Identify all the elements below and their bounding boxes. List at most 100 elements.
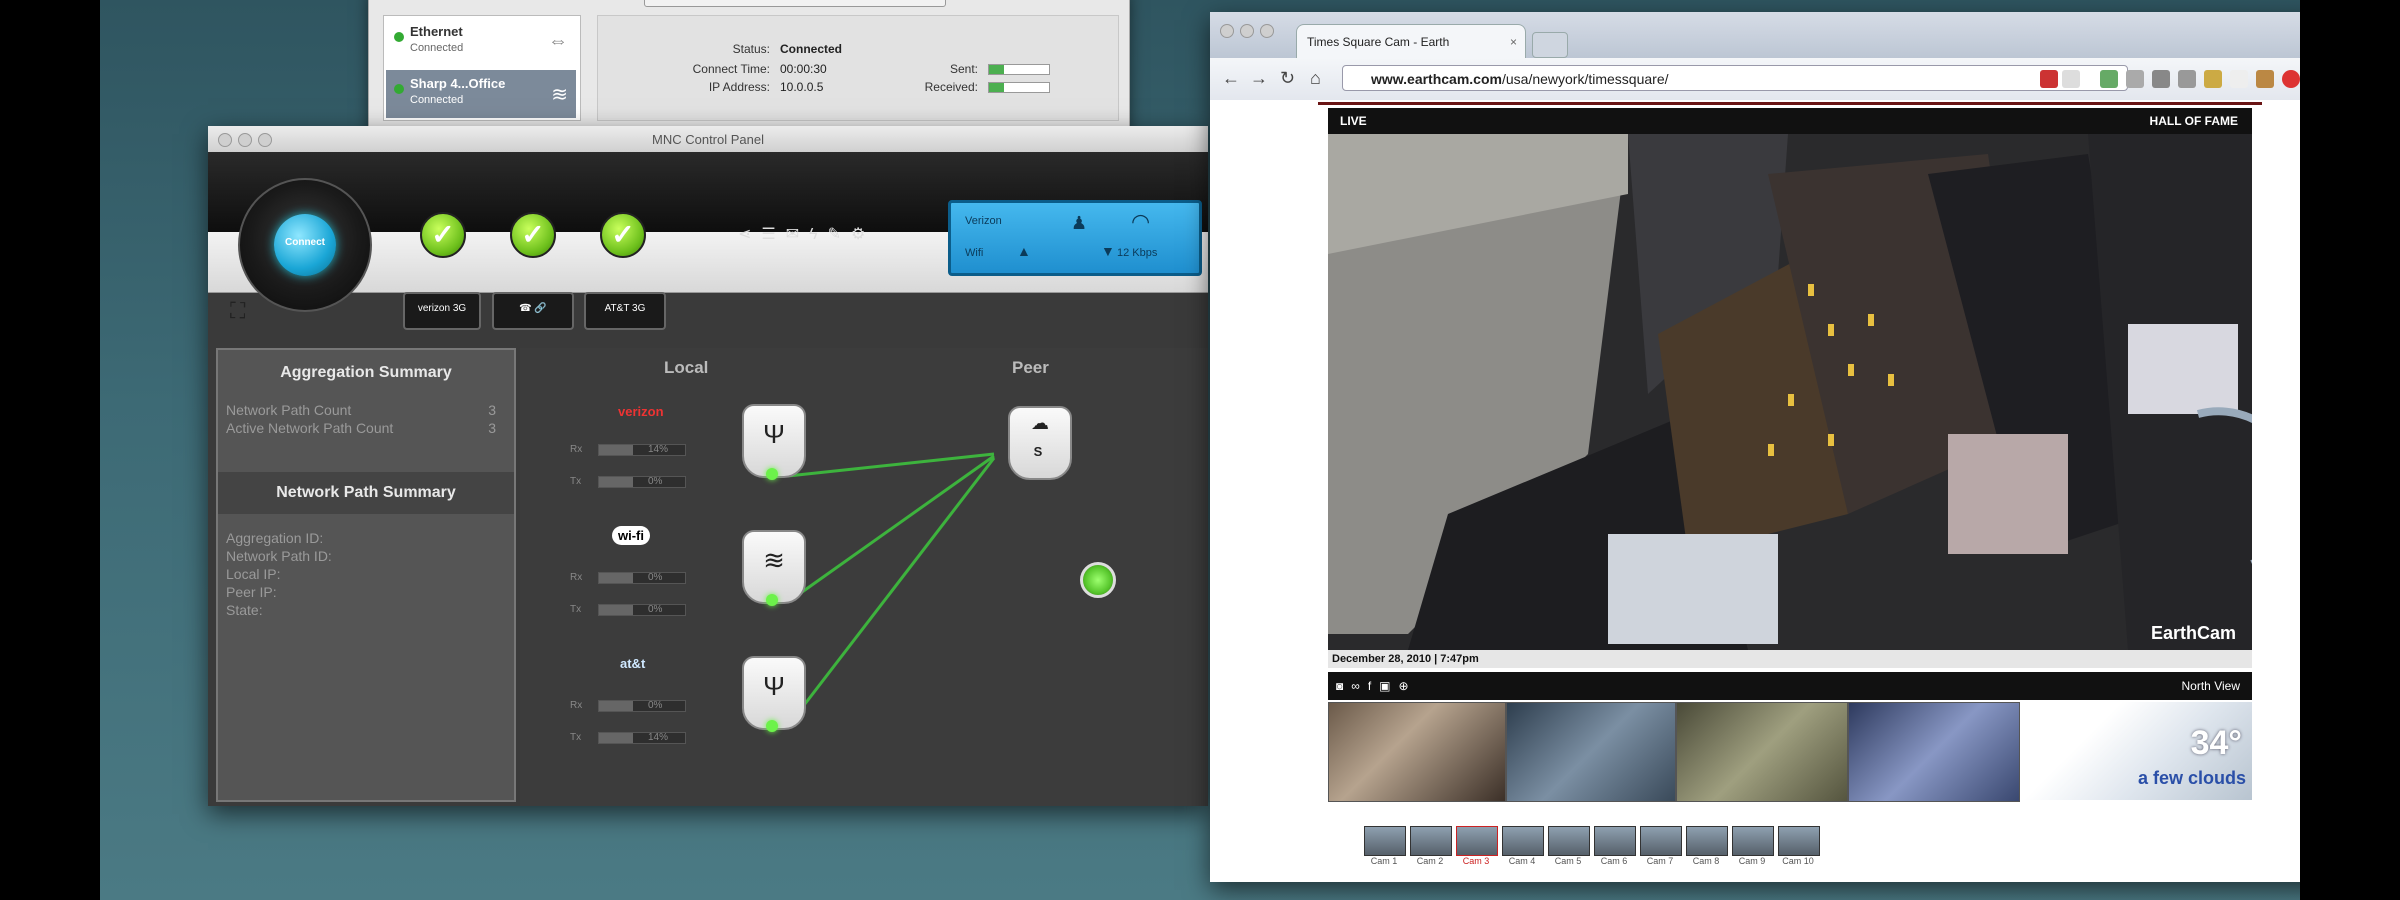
status-panel: Status: Connected Connect Time: 00:00:30… <box>597 15 1119 121</box>
ip-label: IP Address: <box>708 80 770 94</box>
camera-5-thumb[interactable]: Cam 5 <box>1548 826 1590 870</box>
player-controls: ◙∞f▣⊕ North View <box>1328 672 2252 700</box>
extension-icon[interactable] <box>2040 70 2058 88</box>
tx-percent: 0% <box>648 604 663 615</box>
share-icon[interactable]: ⊕ <box>1399 679 1417 693</box>
status-dot <box>394 32 404 42</box>
thumbnail[interactable] <box>1328 702 1506 802</box>
received-label: Received: <box>924 80 978 94</box>
service-bluetooth[interactable]: Sharp 4...Office Connected ≋ <box>386 70 576 118</box>
sent-meter <box>988 64 1050 75</box>
timestamp-bar: December 28, 2010 | 7:47pm <box>1328 650 2252 668</box>
extension-icon[interactable] <box>2230 70 2248 88</box>
timestamp: December 28, 2010 | 7:47pm <box>1332 653 1479 665</box>
control-icons[interactable]: ◙∞f▣⊕ <box>1336 672 1417 700</box>
peer-server-node[interactable]: ☁ S <box>1008 406 1072 490</box>
minimize-icon[interactable] <box>1240 24 1254 38</box>
service-status: Connected <box>410 42 464 54</box>
extension-icon[interactable] <box>2126 70 2144 88</box>
temperature: 34° <box>2190 724 2242 762</box>
facebook-icon[interactable]: f <box>1368 679 1379 693</box>
aggregation-hub[interactable] <box>1080 562 1116 598</box>
home-icon[interactable]: ⌂ <box>1310 68 1321 89</box>
webcam-player: LIVE HALL OF FAME EarthCam December 28, … <box>1328 108 2252 878</box>
camera-8-thumb[interactable]: Cam 8 <box>1686 826 1728 870</box>
tx-label: Tx <box>570 476 582 487</box>
tab-title: Times Square Cam - Earth <box>1307 35 1450 49</box>
ethernet-arrows-icon: ⇔ <box>548 30 568 52</box>
extension-icon[interactable] <box>2256 70 2274 88</box>
rx-label: Rx <box>570 572 583 583</box>
address-bar[interactable]: www.earthcam.com/usa/newyork/timessquare… <box>1342 65 2128 91</box>
rx-bar <box>598 444 686 456</box>
tx-percent: 14% <box>648 732 669 743</box>
extension-icon[interactable] <box>2152 70 2170 88</box>
ip-value: 10.0.0.5 <box>780 80 824 94</box>
header-rule <box>1318 102 2262 105</box>
back-arrow-icon[interactable]: ← <box>1222 68 1240 89</box>
camera-10-thumb[interactable]: Cam 10 <box>1778 826 1820 870</box>
link-icon[interactable]: ∞ <box>1351 679 1368 693</box>
view-label[interactable]: North View <box>2182 672 2240 700</box>
hall-of-fame-link[interactable]: HALL OF FAME <box>2150 108 2238 134</box>
tx-bar <box>598 732 686 744</box>
new-tab-button[interactable] <box>1532 32 1568 58</box>
close-tab-icon[interactable]: × <box>1510 25 1517 59</box>
status-led <box>766 468 778 480</box>
camera-9-thumb[interactable]: Cam 9 <box>1732 826 1774 870</box>
camera-7-thumb[interactable]: Cam 7 <box>1640 826 1682 870</box>
camera-6-thumb[interactable]: Cam 6 <box>1594 826 1636 870</box>
camera-4-thumb[interactable]: Cam 4 <box>1502 826 1544 870</box>
location-popup[interactable] <box>644 0 946 7</box>
tx-label: Tx <box>570 732 582 743</box>
weather-widget: 34° a few clouds <box>2024 702 2252 800</box>
browser-window: Times Square Cam - Earth × ← → ↻ ⌂ www.e… <box>1210 12 2300 882</box>
service-ethernet[interactable]: Ethernet Connected ⇔ <box>386 18 576 66</box>
tx-bar <box>598 476 686 488</box>
rx-label: Rx <box>570 444 583 455</box>
rx-percent: 0% <box>648 700 663 711</box>
rx-percent: 0% <box>648 572 663 583</box>
camera-thumbnail-strip: ► ◄ 34° a few clouds <box>1328 702 2252 806</box>
zoom-icon[interactable] <box>1260 24 1274 38</box>
desktop: Ethernet Connected ⇔ Sharp 4...Office Co… <box>100 0 2300 900</box>
service-name: Sharp 4...Office <box>410 76 506 91</box>
modem-icon: ≋ <box>551 84 568 106</box>
camera-2-thumb[interactable]: Cam 2 <box>1410 826 1452 870</box>
wifi-icon: ≋ <box>742 530 806 604</box>
live-label[interactable]: LIVE <box>1340 108 1367 134</box>
url-path: /usa/newyork/timessquare/ <box>1501 71 1669 87</box>
att-logo: at&t <box>620 656 646 671</box>
received-meter <box>988 82 1050 93</box>
stop-icon[interactable] <box>2282 70 2300 88</box>
cell-tower-icon: Ψ <box>742 656 806 730</box>
wifi-device-node[interactable]: ≋ <box>742 530 806 614</box>
times-square-aerial-image <box>1328 134 2252 650</box>
rx-label: Rx <box>570 700 583 711</box>
camera-3-thumb[interactable]: Cam 3 <box>1456 826 1498 870</box>
forward-arrow-icon[interactable]: → <box>1250 68 1268 89</box>
camera-icon[interactable]: ◙ <box>1336 679 1351 693</box>
verizon-device-node[interactable]: Ψ <box>742 404 806 488</box>
rx-percent: 14% <box>648 444 669 455</box>
extension-icon[interactable] <box>2100 70 2118 88</box>
thumbnail[interactable] <box>1506 702 1676 802</box>
star-icon[interactable] <box>2062 70 2080 88</box>
key-icon[interactable] <box>2178 70 2196 88</box>
camera-1-thumb[interactable]: Cam 1 <box>1364 826 1406 870</box>
thumbnail[interactable] <box>1848 702 2020 802</box>
att-device-node[interactable]: Ψ <box>742 656 806 740</box>
webcam-view[interactable]: EarthCam <box>1328 134 2252 650</box>
thumbnail[interactable] <box>1676 702 1848 802</box>
gallery-icon[interactable]: ▣ <box>1379 679 1398 693</box>
tab-times-square[interactable]: Times Square Cam - Earth × <box>1296 24 1526 58</box>
service-list: Ethernet Connected ⇔ Sharp 4...Office Co… <box>383 15 581 121</box>
reload-icon[interactable]: ↻ <box>1280 68 1295 89</box>
connect-time-value: 00:00:30 <box>780 62 827 76</box>
weather-conditions: a few clouds <box>2137 768 2246 788</box>
extension-icon[interactable] <box>2204 70 2222 88</box>
wifi-logo: wi-fi <box>612 526 650 545</box>
player-header: LIVE HALL OF FAME <box>1328 108 2252 134</box>
close-icon[interactable] <box>1220 24 1234 38</box>
tx-percent: 0% <box>648 476 663 487</box>
